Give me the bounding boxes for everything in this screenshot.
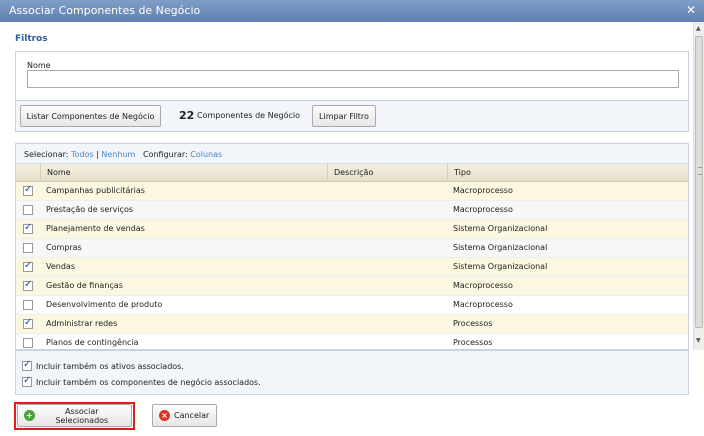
table-row[interactable]: Planos de contingência Processos bbox=[16, 334, 688, 349]
select-none-link[interactable]: Nenhum bbox=[101, 150, 135, 159]
row-type: Sistema Organizacional bbox=[453, 243, 548, 252]
clear-filter-button[interactable]: Limpar Filtro bbox=[312, 105, 376, 127]
row-checkbox[interactable] bbox=[23, 184, 33, 196]
associate-selected-label: Associar Selecionados bbox=[55, 406, 109, 425]
table-row[interactable]: Planejamento de vendas Sistema Organizaci… bbox=[16, 220, 688, 239]
row-checkbox[interactable] bbox=[23, 317, 33, 329]
filters-section-title: Filtros bbox=[15, 34, 48, 44]
scrollbar-grip-icon bbox=[698, 167, 702, 175]
name-label: Nome bbox=[27, 61, 51, 70]
row-name: Administrar redes bbox=[46, 319, 118, 328]
row-type: Macroprocesso bbox=[453, 281, 513, 290]
row-type: Macroprocesso bbox=[453, 186, 513, 195]
include-assets-checkbox[interactable] bbox=[22, 359, 32, 371]
list-components-button[interactable]: Listar Componentes de Negócio bbox=[20, 105, 161, 127]
table-row[interactable]: Campanhas publicitárias Macroprocesso bbox=[16, 182, 688, 201]
row-checkbox[interactable] bbox=[23, 222, 33, 234]
table-row[interactable]: Vendas Sistema Organizacional bbox=[16, 258, 688, 277]
window-title: Associar Componentes de Negócio bbox=[9, 4, 201, 17]
configure-label: Configurar: bbox=[142, 150, 188, 159]
row-name: Campanhas publicitárias bbox=[46, 186, 145, 195]
options-panel: Incluir também os ativos associados. Inc… bbox=[15, 350, 689, 395]
cancel-button[interactable]: × Cancelar bbox=[152, 404, 217, 427]
header-type[interactable]: Tipo bbox=[447, 164, 688, 182]
row-name: Vendas bbox=[46, 262, 75, 271]
row-name: Compras bbox=[46, 243, 82, 252]
cancel-icon: × bbox=[159, 410, 170, 421]
row-type: Sistema Organizacional bbox=[453, 262, 548, 271]
row-type: Sistema Organizacional bbox=[453, 224, 548, 233]
window-titlebar: Associar Componentes de Negócio ✕ bbox=[0, 0, 704, 22]
grid-header: Nome Descrição Tipo bbox=[16, 164, 688, 182]
row-description bbox=[327, 220, 447, 239]
table-row[interactable]: Desenvolvimento de produto Macroprocesso bbox=[16, 296, 688, 315]
row-description bbox=[327, 334, 447, 349]
vertical-scrollbar[interactable]: ▲ ▼ bbox=[693, 22, 704, 350]
include-components-checkbox[interactable] bbox=[22, 375, 32, 387]
row-type: Macroprocesso bbox=[453, 205, 513, 214]
grid-toolbar: Selecionar: Todos | Nenhum Configurar: C… bbox=[16, 144, 688, 164]
row-name: Planejamento de vendas bbox=[46, 224, 145, 233]
include-components-option[interactable]: Incluir também os componentes de negócio… bbox=[22, 375, 261, 387]
row-type: Macroprocesso bbox=[453, 300, 513, 309]
row-description bbox=[327, 182, 447, 201]
scroll-down-icon[interactable]: ▼ bbox=[696, 337, 701, 344]
row-checkbox[interactable] bbox=[23, 260, 33, 272]
components-grid: Selecionar: Todos | Nenhum Configurar: C… bbox=[15, 143, 689, 350]
row-name: Desenvolvimento de produto bbox=[46, 300, 163, 309]
row-name: Prestação de serviços bbox=[46, 205, 134, 214]
result-count: 22 bbox=[179, 109, 195, 122]
cancel-label: Cancelar bbox=[174, 411, 210, 420]
associate-selected-button[interactable]: + Associar Selecionados bbox=[17, 404, 132, 427]
row-description bbox=[327, 258, 447, 277]
table-row[interactable]: Administrar redes Processos bbox=[16, 315, 688, 334]
close-icon[interactable]: ✕ bbox=[686, 3, 696, 17]
table-row[interactable]: Compras Sistema Organizacional bbox=[16, 239, 688, 258]
include-components-label: Incluir também os componentes de negócio… bbox=[36, 377, 261, 387]
row-type: Processos bbox=[453, 319, 493, 328]
row-description bbox=[327, 296, 447, 315]
include-assets-option[interactable]: Incluir também os ativos associados. bbox=[22, 359, 184, 371]
row-description bbox=[327, 201, 447, 220]
header-description[interactable]: Descrição bbox=[327, 164, 447, 182]
result-count-label: Componentes de Negócio bbox=[197, 111, 301, 120]
select-separator: | bbox=[96, 150, 99, 159]
scrollbar-thumb[interactable] bbox=[695, 36, 703, 328]
plus-icon: + bbox=[24, 410, 35, 421]
table-row[interactable]: Gestão de finanças Macroprocesso bbox=[16, 277, 688, 296]
select-all-link[interactable]: Todos bbox=[71, 150, 94, 159]
select-label: Selecionar: bbox=[24, 150, 69, 159]
row-type: Processos bbox=[453, 338, 493, 347]
configure-columns-link[interactable]: Colunas bbox=[190, 150, 222, 159]
header-name[interactable]: Nome bbox=[40, 164, 327, 182]
include-assets-label: Incluir também os ativos associados. bbox=[36, 361, 184, 371]
table-row[interactable]: Prestação de serviços Macroprocesso bbox=[16, 201, 688, 220]
row-description bbox=[327, 315, 447, 334]
header-checkbox-col bbox=[16, 164, 40, 182]
row-checkbox[interactable] bbox=[23, 279, 33, 291]
filter-action-bar: Listar Componentes de Negócio 22 Compone… bbox=[15, 100, 689, 132]
scroll-up-icon[interactable]: ▲ bbox=[696, 25, 701, 32]
row-checkbox[interactable] bbox=[23, 338, 33, 348]
row-checkbox[interactable] bbox=[23, 205, 33, 215]
row-name: Planos de contingência bbox=[46, 338, 139, 347]
row-checkbox[interactable] bbox=[23, 243, 33, 253]
row-description bbox=[327, 239, 447, 258]
row-description bbox=[327, 277, 447, 296]
row-checkbox[interactable] bbox=[23, 300, 33, 310]
name-input[interactable] bbox=[27, 70, 679, 88]
row-name: Gestão de finanças bbox=[46, 281, 123, 290]
